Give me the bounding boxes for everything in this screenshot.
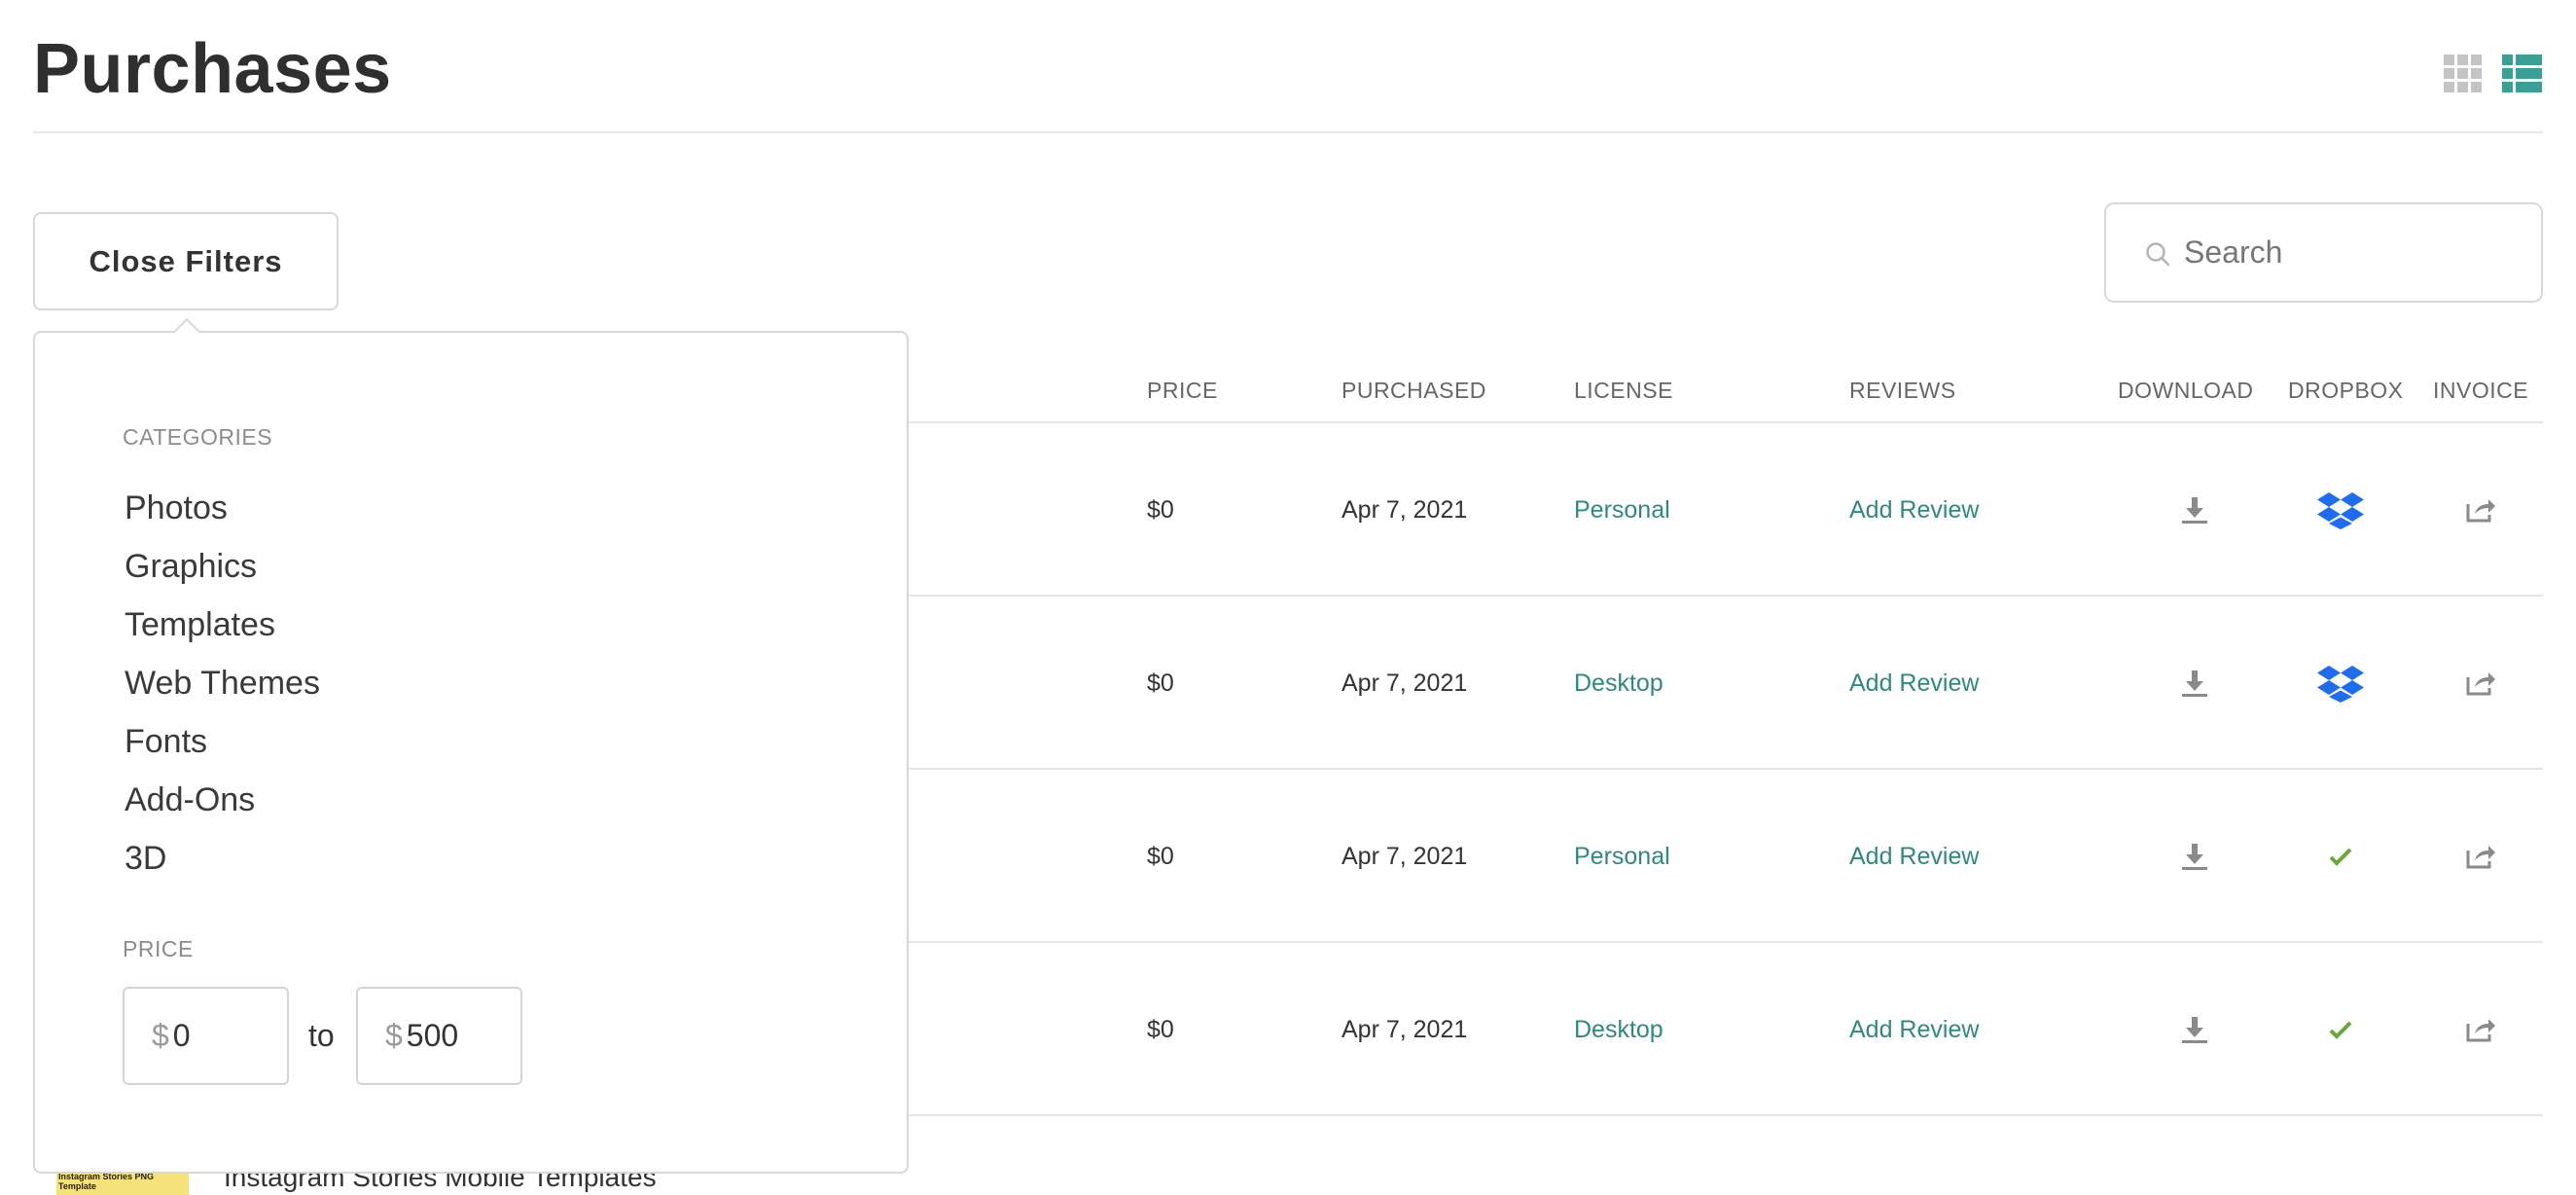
category-web-themes[interactable]: Web Themes xyxy=(125,654,320,712)
add-review-link[interactable]: Add Review xyxy=(1849,943,1979,1116)
column-header-reviews[interactable]: REVIEWS xyxy=(1849,378,1956,404)
column-header-license[interactable]: LICENSE xyxy=(1574,378,1673,404)
share-invoice-icon xyxy=(2466,672,2495,696)
add-review-link[interactable]: Add Review xyxy=(1849,597,1979,770)
search-input[interactable] xyxy=(2184,204,2524,301)
price-cell: $0 xyxy=(1147,495,1174,524)
grid-view-icon[interactable] xyxy=(2444,54,2482,92)
invoice-button[interactable] xyxy=(2453,597,2508,770)
categories-label: CATEGORIES xyxy=(123,424,273,450)
column-header-price[interactable]: PRICE xyxy=(1147,378,1218,404)
license-link[interactable]: Personal xyxy=(1574,770,1670,943)
dropbox-icon xyxy=(2317,492,2364,529)
header-divider xyxy=(33,131,2543,133)
dropbox-status xyxy=(2309,770,2372,943)
price-range-to-label: to xyxy=(308,1018,335,1053)
purchased-date-cell: Apr 7, 2021 xyxy=(1342,669,1468,697)
thumbnail-caption: Instagram Stories PNG Template xyxy=(58,1172,155,1191)
table-row: $0 Apr 7, 2021 Personal Add Review xyxy=(909,770,2543,943)
category-3d[interactable]: 3D xyxy=(125,829,320,887)
download-button[interactable] xyxy=(2167,943,2222,1116)
price-max-input[interactable]: $ 500 xyxy=(356,987,522,1085)
download-icon xyxy=(2182,497,2207,524)
column-header-purchased[interactable]: PURCHASED xyxy=(1342,378,1486,404)
share-invoice-icon xyxy=(2466,499,2495,523)
price-max-value[interactable]: 500 xyxy=(407,1018,458,1054)
add-review-link[interactable]: Add Review xyxy=(1849,423,1979,597)
purchased-date-cell: Apr 7, 2021 xyxy=(1342,1015,1468,1043)
dropbox-button[interactable] xyxy=(2309,423,2372,597)
currency-symbol: $ xyxy=(152,1018,169,1053)
license-link[interactable]: Desktop xyxy=(1574,597,1664,770)
dropbox-button[interactable] xyxy=(2309,597,2372,770)
table-row: $0 Apr 7, 2021 Desktop Add Review xyxy=(909,597,2543,770)
category-list: Photos Graphics Templates Web Themes Fon… xyxy=(125,479,320,887)
table-row: $0 Apr 7, 2021 Personal Add Review xyxy=(909,423,2543,597)
check-icon xyxy=(2329,1021,2352,1039)
list-view-icon[interactable] xyxy=(2502,54,2542,92)
category-fonts[interactable]: Fonts xyxy=(125,712,320,771)
price-min-input[interactable]: $ 0 xyxy=(123,987,289,1085)
share-invoice-icon xyxy=(2466,1019,2495,1042)
download-button[interactable] xyxy=(2167,770,2222,943)
search-icon xyxy=(2146,242,2170,267)
share-invoice-icon xyxy=(2466,846,2495,869)
price-cell: $0 xyxy=(1147,669,1174,697)
invoice-button[interactable] xyxy=(2453,423,2508,597)
license-link[interactable]: Desktop xyxy=(1574,943,1664,1116)
price-min-value[interactable]: 0 xyxy=(173,1018,191,1054)
currency-symbol: $ xyxy=(385,1018,403,1053)
category-photos[interactable]: Photos xyxy=(125,479,320,537)
add-review-link[interactable]: Add Review xyxy=(1849,770,1979,943)
license-link[interactable]: Personal xyxy=(1574,423,1670,597)
dropbox-status xyxy=(2309,943,2372,1116)
dropbox-icon xyxy=(2317,666,2364,703)
invoice-button[interactable] xyxy=(2453,770,2508,943)
column-header-download: DOWNLOAD xyxy=(2118,378,2254,403)
price-cell: $0 xyxy=(1147,1015,1174,1043)
page-title: Purchases xyxy=(33,30,392,108)
download-icon xyxy=(2182,1017,2207,1043)
download-button[interactable] xyxy=(2167,423,2222,597)
category-graphics[interactable]: Graphics xyxy=(125,537,320,596)
purchased-date-cell: Apr 7, 2021 xyxy=(1342,842,1468,870)
filter-panel: CATEGORIES Photos Graphics Templates Web… xyxy=(33,331,909,1174)
close-filters-button[interactable]: Close Filters xyxy=(33,212,339,310)
check-icon xyxy=(2329,848,2352,866)
table-row: $0 Apr 7, 2021 Desktop Add Review xyxy=(909,943,2543,1116)
invoice-button[interactable] xyxy=(2453,943,2508,1116)
category-templates[interactable]: Templates xyxy=(125,596,320,654)
download-button[interactable] xyxy=(2167,597,2222,770)
purchased-date-cell: Apr 7, 2021 xyxy=(1342,495,1468,524)
download-icon xyxy=(2182,670,2207,697)
download-icon xyxy=(2182,844,2207,870)
price-label: PRICE xyxy=(123,936,194,961)
search-box[interactable] xyxy=(2104,202,2543,303)
price-cell: $0 xyxy=(1147,842,1174,870)
column-header-invoice: INVOICE xyxy=(2433,378,2529,403)
category-add-ons[interactable]: Add-Ons xyxy=(125,771,320,829)
column-header-dropbox: DROPBOX xyxy=(2288,378,2404,403)
